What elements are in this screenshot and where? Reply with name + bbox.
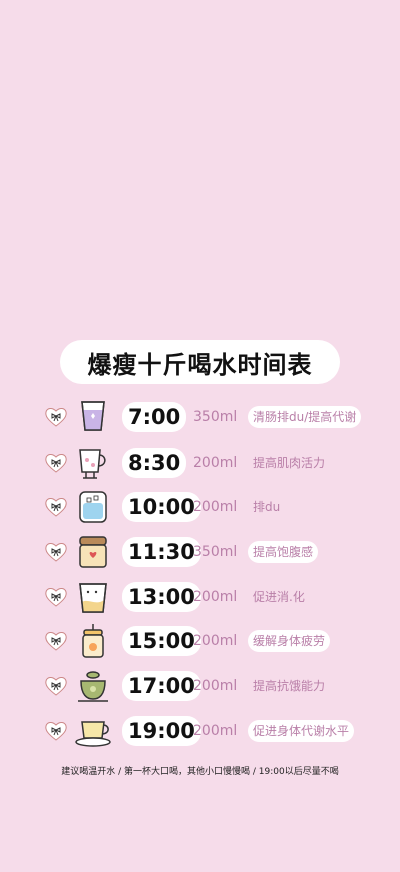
amount-label: 200ml (193, 633, 238, 649)
time-label: 19:00 (122, 716, 201, 746)
benefit-label: 提高饱腹感 (248, 541, 319, 563)
juice-icon (82, 624, 104, 658)
amount-label: 200ml (193, 589, 238, 605)
heart-bow-icon (45, 588, 67, 607)
amount-label: 350ml (193, 544, 238, 560)
time-label: 17:00 (122, 671, 201, 701)
heart-bow-icon (45, 543, 67, 562)
water-cup-icon (79, 491, 107, 523)
title-banner: 爆瘦十斤喝水时间表 (62, 342, 338, 382)
benefit-label: 提高抗饿能力 (253, 679, 326, 693)
heart-bow-icon (45, 408, 67, 427)
benefit-label: 清肠排du/提高代谢 (248, 406, 362, 428)
time-label: 15:00 (122, 626, 201, 656)
benefit-label: 缓解身体疲劳 (248, 630, 331, 652)
time-label: 13:00 (122, 582, 201, 612)
amount-label: 200ml (193, 455, 238, 471)
glass-icon (81, 401, 105, 431)
amount-label: 200ml (193, 499, 238, 515)
schedule-row: 15:00 200ml 缓解身体疲劳 (0, 622, 400, 662)
schedule-row: 7:00 350ml 清肠排du/提高代谢 (0, 398, 400, 438)
schedule-row: 10:00 200ml 排du (0, 488, 400, 528)
time-label: 8:30 (122, 448, 187, 478)
time-label: 11:30 (122, 537, 201, 567)
teapot-icon (78, 671, 108, 702)
time-label: 10:00 (122, 492, 201, 522)
amount-label: 200ml (193, 723, 238, 739)
heart-bow-icon (45, 722, 67, 741)
schedule-row: 13:00 200ml 促进消.化 (0, 578, 400, 618)
schedule-row: 19:00 200ml 促进身体代谢水平 (0, 712, 400, 752)
jar-icon (79, 536, 107, 568)
benefit-label: 促进身体代谢水平 (248, 720, 355, 742)
footer-note: 建议喝温开水 / 第一杯大口喝，其他小口慢慢喝 / 19:00以后尽量不喝 (61, 767, 339, 777)
teacup-icon (75, 721, 111, 747)
mug-icon (79, 449, 106, 479)
page-title: 爆瘦十斤喝水时间表 (87, 350, 313, 379)
benefit-label: 促进消.化 (253, 590, 305, 604)
heart-bow-icon (45, 677, 67, 696)
cup-icon (79, 583, 107, 613)
amount-label: 200ml (193, 678, 238, 694)
benefit-label: 排du (253, 500, 281, 514)
heart-bow-icon (45, 632, 67, 651)
schedule-row: 17:00 200ml 提高抗饿能力 (0, 667, 400, 707)
time-label: 7:00 (122, 402, 187, 432)
heart-bow-icon (45, 498, 67, 517)
schedule-row: 8:30 200ml 提高肌肉活力 (0, 444, 400, 484)
amount-label: 350ml (193, 409, 238, 425)
heart-bow-icon (45, 454, 67, 473)
benefit-label: 提高肌肉活力 (253, 456, 326, 470)
schedule-row: 11:30 350ml 提高饱腹感 (0, 533, 400, 573)
